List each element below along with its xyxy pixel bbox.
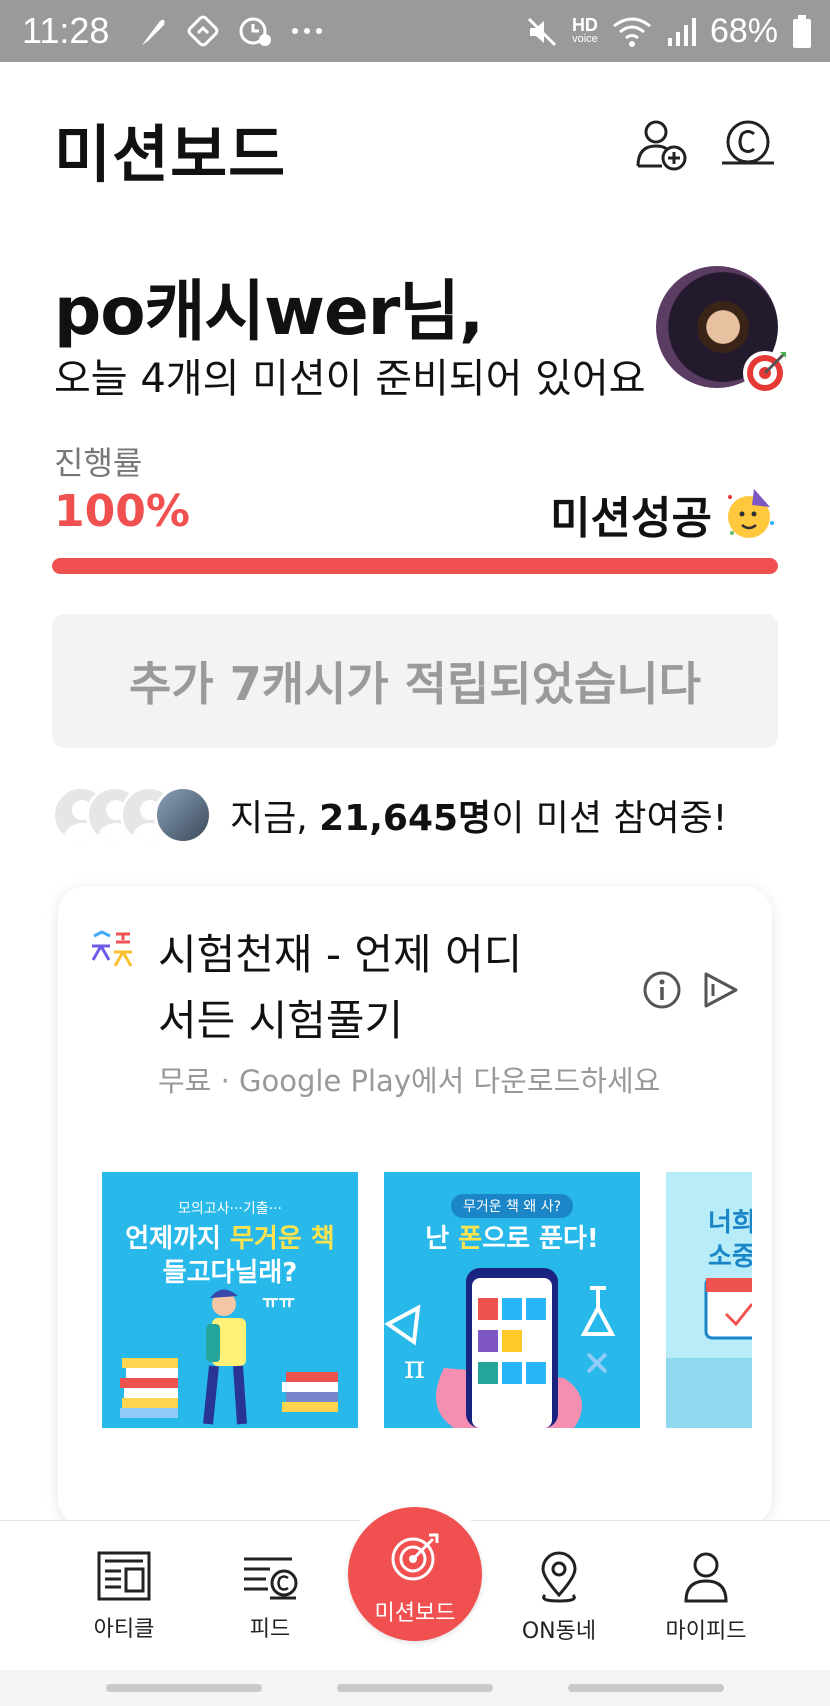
notification-icons [138, 14, 324, 48]
wifi-icon [613, 17, 651, 47]
status-time: 11:28 [22, 10, 110, 51]
add-friend-button[interactable] [632, 116, 688, 172]
banner-small-text: 모의고사···기출··· [178, 1201, 282, 1217]
mute-icon [527, 17, 556, 46]
ad-banner-image[interactable]: 너희 소중 [666, 1172, 752, 1428]
adchoices-play-icon[interactable] [700, 970, 740, 1010]
system-home-handle[interactable] [337, 1684, 493, 1692]
ad-banner-carousel[interactable]: 모의고사···기출··· 언제까지 무거운 책 들고다닐래? ㅠㅠ 무거운 책 왜… [102, 1172, 752, 1428]
banner-headline: 너희 소중 [708, 1208, 752, 1272]
battery-percent: 68% [709, 12, 778, 50]
app-logo-icon [91, 930, 133, 967]
nav-on-neighborhood[interactable]: ON동네 [499, 1551, 619, 1645]
progress-label: 진행률 [54, 444, 143, 482]
participants-row: 지금, 21,645명이 미션 참여중! [52, 786, 727, 844]
system-back-handle[interactable] [568, 1684, 724, 1692]
ad-card[interactable]: 시험천재 - 언제 어디서든 시험풀기 무료 · Google Play에서 다… [58, 886, 772, 1526]
target-icon [391, 1533, 439, 1581]
banner-pill-text: 무거운 책 왜 사? [450, 1194, 574, 1218]
progress-value: 100% [54, 486, 190, 537]
ad-title[interactable]: 시험천재 - 언제 어디서든 시험풀기 [158, 922, 558, 1054]
nav-article-label: 아티클 [93, 1617, 155, 1642]
ad-banner-image[interactable]: 모의고사···기출··· 언제까지 무거운 책 들고다닐래? ㅠㅠ [102, 1172, 358, 1428]
participants-text: 지금, 21,645명이 미션 참여중! [230, 789, 727, 841]
nav-my-feed[interactable]: 마이피드 [646, 1551, 766, 1645]
cash-coin-icon [722, 120, 774, 165]
participants-count: 21,645명 [319, 798, 492, 839]
page-title: 미션보드 [54, 118, 287, 191]
clock-alert-icon [239, 17, 271, 46]
person-icon [684, 1552, 728, 1603]
navigation-diamond-icon [187, 15, 219, 47]
info-icon[interactable] [642, 970, 682, 1010]
phone-illustration: π [384, 1268, 616, 1428]
progress-bar-fill [52, 558, 778, 574]
participants-suffix: 이 미션 참여중! [491, 798, 728, 839]
nav-feed[interactable]: 피드 [210, 1551, 330, 1643]
article-icon [97, 1551, 151, 1601]
nav-my-feed-label: 마이피드 [665, 1619, 747, 1644]
participant-avatar [154, 786, 212, 844]
nav-on-neighborhood-label: ON동네 [521, 1619, 597, 1644]
feather-icon [142, 19, 165, 45]
calendar-illustration [666, 1278, 752, 1428]
student-with-books-illustration: ㅠㅠ [120, 1289, 338, 1425]
battery-icon [793, 14, 811, 48]
reward-message-box: 추가 7캐시가 적립되었습니다 [52, 614, 778, 748]
location-pin-icon [541, 1551, 577, 1603]
ad-banner-image[interactable]: 무거운 책 왜 사? 난 폰으로 푼다! π [384, 1172, 640, 1428]
more-dots-icon [292, 28, 322, 34]
nav-article[interactable]: 아티클 [64, 1551, 184, 1643]
target-badge-icon [743, 351, 787, 395]
hd-voice-icon: HD voice [571, 14, 598, 45]
mission-count-message: 오늘 4개의 미션이 준비되어 있어요 [54, 356, 646, 402]
feed-cash-icon [244, 1557, 298, 1600]
mission-success-status: 미션성공 [550, 482, 778, 546]
banner-headline: 난 폰으로 푼다! [425, 1224, 599, 1254]
nav-feed-label: 피드 [249, 1617, 291, 1642]
mission-success-label: 미션성공 [550, 493, 712, 544]
add-user-icon [636, 120, 687, 171]
system-gesture-bar [0, 1670, 830, 1706]
ad-subtitle: 무료 · Google Play에서 다운로드하세요 [158, 1064, 661, 1098]
svg-text:ㅠㅠ: ㅠㅠ [262, 1292, 295, 1313]
status-bar: 11:28 HD voice 68% [0, 0, 830, 62]
reward-message: 추가 7캐시가 적립되었습니다 [129, 657, 701, 711]
cash-button[interactable] [720, 116, 776, 172]
system-recents-handle[interactable] [106, 1684, 262, 1692]
progress-bar [52, 558, 778, 574]
participants-prefix: 지금, [230, 798, 320, 839]
party-face-icon [728, 489, 774, 538]
nav-mission-board-label: 미션보드 [374, 1601, 456, 1626]
svg-text:π: π [404, 1348, 425, 1386]
bottom-navigation: 아티클 피드 미션보드 ON동네 마이피드 [0, 1497, 830, 1670]
signal-icon [667, 17, 696, 46]
nav-mission-board[interactable]: 미션보드 [348, 1507, 482, 1641]
system-icons: HD voice 68% [526, 12, 812, 51]
user-greeting-name: po캐시wer님, [54, 273, 484, 350]
